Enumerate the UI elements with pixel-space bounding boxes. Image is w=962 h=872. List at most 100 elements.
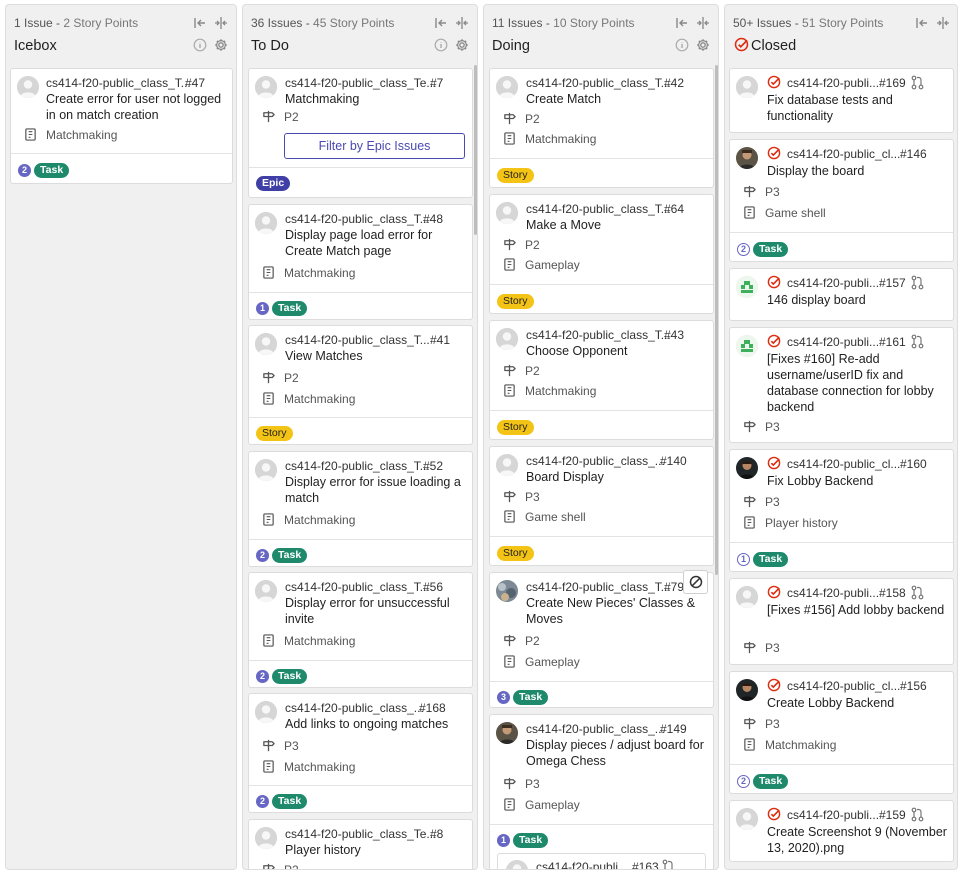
task-label[interactable]: Task <box>513 690 549 706</box>
issue-title[interactable]: Make a Move <box>526 217 706 233</box>
issue-reference: cs414-f20-public_class_... <box>526 722 665 736</box>
issue-title[interactable]: Create error for user not logged in on m… <box>46 91 226 123</box>
task-label[interactable]: Task <box>753 774 789 790</box>
issue-title[interactable]: Create Lobby Backend <box>767 695 947 711</box>
badge-row: 1 Task <box>497 832 549 849</box>
issue-title[interactable]: Create Screenshot 9 (November 13, 2020).… <box>767 824 947 856</box>
collapse-left-icon[interactable] <box>193 16 207 30</box>
issue-title[interactable]: [Fixes #160] Re-add username/userID fix … <box>767 351 952 415</box>
story-label[interactable]: Story <box>497 168 534 184</box>
issue-title[interactable]: Matchmaking <box>285 91 465 107</box>
info-icon[interactable] <box>675 38 689 52</box>
issue-reference: cs414-f20-publi... <box>787 586 880 600</box>
issue-number: #159 <box>879 808 906 822</box>
issue-card[interactable]: cs414-f20-public_class_Te... #8 Player h… <box>248 819 473 869</box>
collapse-left-icon[interactable] <box>434 16 448 30</box>
task-label[interactable]: Task <box>753 242 789 258</box>
badge-row: Epic <box>256 175 291 192</box>
issue-card[interactable]: cs414-f20-publi... #159 Create Screensho… <box>729 800 954 862</box>
scrollbar[interactable] <box>715 65 718 575</box>
task-label[interactable]: Task <box>272 301 308 317</box>
story-label[interactable]: Story <box>256 426 293 442</box>
collapse-icon[interactable] <box>214 16 228 30</box>
issue-title[interactable]: 146 display board <box>767 292 947 308</box>
task-label[interactable]: Task <box>272 548 308 564</box>
issue-title[interactable]: Display pieces / adjust board for Omega … <box>526 737 706 769</box>
gear-icon[interactable] <box>696 38 710 52</box>
collapse-icon[interactable] <box>936 16 950 30</box>
issue-card[interactable]: cs414-f20-public_class_T... #64 Make a M… <box>489 194 714 314</box>
collapse-icon[interactable] <box>696 16 710 30</box>
issue-card[interactable]: cs414-f20-public_class_T... #42 Create M… <box>489 68 714 188</box>
issue-title[interactable]: Display error for unsuccessful invite <box>285 595 465 627</box>
issue-title[interactable]: Display page load error for Create Match… <box>285 227 465 259</box>
issue-card[interactable]: cs414-f20-public_cl... #146 Display the … <box>729 139 954 262</box>
issue-title[interactable]: Fix Lobby Backend <box>767 473 947 489</box>
issue-card[interactable]: cs414-f20-public_class_T... #52 Display … <box>248 451 473 567</box>
weight-badge: 1 <box>256 302 269 316</box>
badge-row: Story <box>497 167 534 184</box>
merge-request-icon <box>911 75 924 90</box>
task-label[interactable]: Task <box>272 794 308 810</box>
issue-number: #157 <box>879 276 906 290</box>
avatar <box>736 276 758 298</box>
avatar <box>496 202 518 224</box>
collapse-left-icon[interactable] <box>675 16 689 30</box>
issue-title[interactable]: View Matches <box>285 348 465 364</box>
linked-merge-request[interactable]: cs414-f20-publi... #163 <box>497 853 706 869</box>
issue-title[interactable]: Fix database tests and functionality <box>767 92 947 124</box>
issue-card[interactable]: cs414-f20-public_class_... #168 Add link… <box>248 693 473 813</box>
epic-row: Matchmaking <box>262 634 355 648</box>
issue-card[interactable]: cs414-f20-public_class_T... #41 View Mat… <box>248 325 473 445</box>
priority-value: P3 <box>765 495 780 509</box>
issue-card[interactable]: cs414-f20-publi... #161 [Fixes #160] Re-… <box>729 327 954 443</box>
filter-epic-button[interactable]: Filter by Epic Issues <box>284 133 465 159</box>
issue-title[interactable]: Board Display <box>526 469 706 485</box>
issue-card[interactable]: cs414-f20-public_class_Te... #7 Matchmak… <box>248 68 473 198</box>
issue-card[interactable]: cs414-f20-public_class_T... #43 Choose O… <box>489 320 714 440</box>
issue-card[interactable]: cs414-f20-public_class_T... #79 Create N… <box>489 572 714 708</box>
info-icon[interactable] <box>434 38 448 52</box>
issue-card[interactable]: cs414-f20-public_cl... #160 Fix Lobby Ba… <box>729 449 954 572</box>
issue-title[interactable]: [Fixes #156] Add lobby backend <box>767 602 947 618</box>
epic-label[interactable]: Epic <box>256 176 291 192</box>
collapse-left-icon[interactable] <box>915 16 929 30</box>
issue-card[interactable]: cs414-f20-publi... #158 [Fixes #156] Add… <box>729 578 954 665</box>
merge-request-icon <box>911 585 924 600</box>
blocked-icon[interactable] <box>683 570 708 594</box>
column-meta: 11 Issues - 10 Story Points <box>492 16 635 30</box>
issue-title[interactable]: Create Match <box>526 91 706 107</box>
gear-icon[interactable] <box>214 38 228 52</box>
issue-card[interactable]: cs414-f20-public_class_... #149 Display … <box>489 714 714 869</box>
task-label[interactable]: Task <box>272 669 308 685</box>
weight-badge: 2 <box>256 670 269 684</box>
info-icon[interactable] <box>193 38 207 52</box>
priority-signpost-icon <box>262 110 275 123</box>
issue-title[interactable]: Player history <box>285 842 465 858</box>
priority-row: P3 <box>743 641 780 655</box>
issue-card[interactable]: cs414-f20-public_class_... #140 Board Di… <box>489 446 714 566</box>
issue-title[interactable]: Choose Opponent <box>526 343 706 359</box>
issue-card[interactable]: cs414-f20-public_class_T... #56 Display … <box>248 572 473 688</box>
issue-card[interactable]: cs414-f20-publi... #169 Fix database tes… <box>729 68 954 133</box>
issue-number: #52 <box>423 459 444 473</box>
scrollbar[interactable] <box>474 65 477 235</box>
issue-card[interactable]: cs414-f20-public_class_T... #48 Display … <box>248 204 473 320</box>
story-label[interactable]: Story <box>497 546 534 562</box>
issue-title[interactable]: Display the board <box>767 163 947 179</box>
gear-icon[interactable] <box>455 38 469 52</box>
task-label[interactable]: Task <box>34 163 70 179</box>
task-label[interactable]: Task <box>513 833 549 849</box>
issue-title[interactable]: Add links to ongoing matches <box>285 716 465 732</box>
issue-title[interactable]: Create New Pieces' Classes & Moves <box>526 595 706 627</box>
issue-reference: cs414-f20-publi... <box>787 335 880 349</box>
issue-title[interactable]: Display error for issue loading a match <box>285 474 465 506</box>
issue-card[interactable]: cs414-f20-publi... #157 146 display boar… <box>729 268 954 321</box>
issue-card[interactable]: cs414-f20-public_cl... #156 Create Lobby… <box>729 671 954 794</box>
story-label[interactable]: Story <box>497 294 534 310</box>
story-label[interactable]: Story <box>497 420 534 436</box>
issue-card[interactable]: cs414-f20-public_class_T... #47 Create e… <box>10 68 233 184</box>
collapse-icon[interactable] <box>455 16 469 30</box>
task-label[interactable]: Task <box>753 552 789 568</box>
divider <box>730 542 953 543</box>
